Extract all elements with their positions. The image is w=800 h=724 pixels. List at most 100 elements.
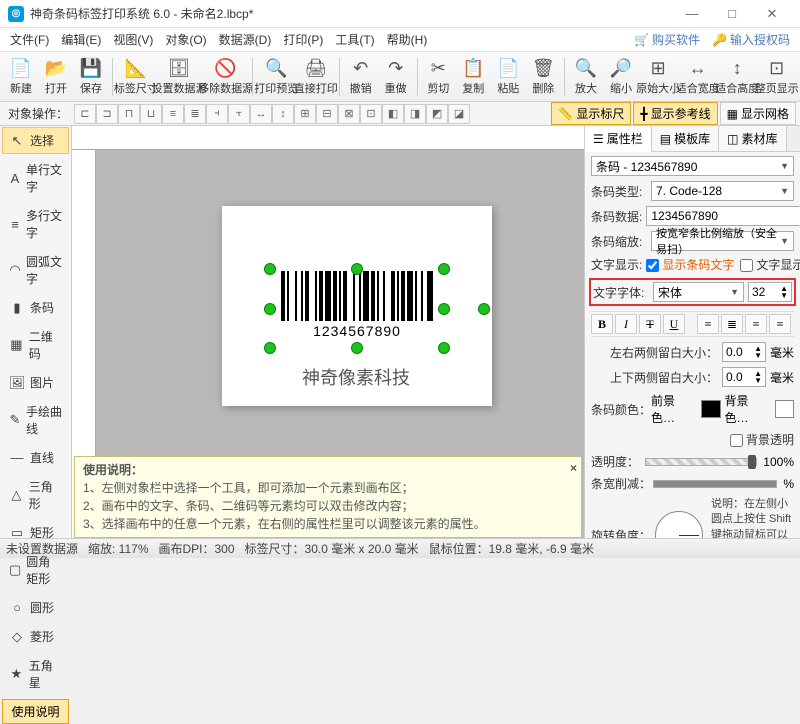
tool-矩形[interactable]: ▭矩形 (2, 519, 69, 546)
tab-properties[interactable]: ☰属性栏 (585, 126, 652, 152)
toolbar-保存[interactable]: 💾保存 (74, 54, 108, 100)
toggle-grid[interactable]: ▦显示网格 (720, 102, 796, 125)
toolbar-打印预览[interactable]: 🔍打印预览 (257, 54, 296, 100)
resize-handle[interactable] (351, 342, 363, 354)
menu-print[interactable]: 打印(P) (277, 29, 329, 50)
rotation-dial[interactable] (655, 511, 703, 538)
tool-圆形[interactable]: ○圆形 (2, 594, 69, 621)
tool-条码[interactable]: ▮条码 (2, 294, 69, 321)
menu-file[interactable]: 文件(F) (4, 29, 55, 50)
resize-handle[interactable] (438, 263, 450, 275)
align-btn[interactable]: ≣ (184, 104, 206, 124)
align-btn[interactable]: ⊔ (140, 104, 162, 124)
bold-button[interactable]: B (591, 314, 613, 334)
align-center-button[interactable]: ≣ (721, 314, 743, 334)
tool-菱形[interactable]: ◇菱形 (2, 623, 69, 650)
pad-tb-spinner[interactable]: 0.0▲▼ (722, 367, 766, 387)
resize-handle[interactable] (264, 263, 276, 275)
tool-直线[interactable]: —直线 (2, 444, 69, 471)
align-btn[interactable]: ◨ (404, 104, 426, 124)
menu-edit[interactable]: 编辑(E) (55, 29, 107, 50)
align-btn[interactable]: ⊓ (118, 104, 140, 124)
align-btn[interactable]: ◧ (382, 104, 404, 124)
close-button[interactable]: ✕ (752, 6, 792, 22)
toolbar-原始大小[interactable]: ⊞原始大小 (639, 54, 678, 100)
shear-slider[interactable] (653, 480, 777, 488)
toggle-ruler[interactable]: 📏显示标尺 (551, 102, 631, 125)
toolbar-移除数据源[interactable]: 🚫移除数据源 (203, 54, 249, 100)
align-left-button[interactable]: ≡ (697, 314, 719, 334)
toolbar-标签尺寸[interactable]: 📐标签尺寸 (117, 54, 156, 100)
toolbar-撤销[interactable]: ↶撤销 (344, 54, 378, 100)
toolbar-删除[interactable]: 🗑删除 (526, 54, 560, 100)
help-tab[interactable]: 使用说明 (2, 699, 69, 724)
resize-handle[interactable] (264, 342, 276, 354)
align-btn[interactable]: ⊡ (360, 104, 382, 124)
bg-transparent-checkbox[interactable]: 背景透明 (730, 431, 794, 448)
tool-五角星[interactable]: ★五角星 (2, 652, 69, 696)
align-btn[interactable]: ≡ (162, 104, 184, 124)
align-btn[interactable]: ⊟ (316, 104, 338, 124)
barcode-data-input[interactable] (646, 206, 800, 226)
rotate-handle[interactable] (478, 303, 490, 315)
scale-select[interactable]: 按宽窄条比例缩放（安全易扫）▼ (651, 231, 794, 251)
license-link[interactable]: 🔑输入授权码 (706, 29, 796, 50)
text-object[interactable]: 神奇像素科技 (302, 364, 410, 390)
bg-button[interactable]: 背景色… (725, 392, 771, 426)
strike-button[interactable]: T (639, 314, 661, 334)
toolbar-打开[interactable]: 📂打开 (39, 54, 73, 100)
tab-templates[interactable]: ▤模板库 (652, 126, 719, 151)
pad-lr-spinner[interactable]: 0.0▲▼ (722, 342, 766, 362)
tool-二维码[interactable]: ▦二维码 (2, 323, 69, 367)
toolbar-重做[interactable]: ↷重做 (379, 54, 413, 100)
toolbar-整页显示[interactable]: ⊡整页显示 (757, 54, 796, 100)
toolbar-复制[interactable]: 📋复制 (456, 54, 490, 100)
toolbar-设置数据源[interactable]: 🗄设置数据源 (156, 54, 202, 100)
text-top-checkbox[interactable]: 文字显示在顶部 (740, 256, 800, 273)
barcode-type-select[interactable]: 7. Code-128▼ (651, 181, 794, 201)
toolbar-剪切[interactable]: ✂剪切 (421, 54, 455, 100)
toolbar-新建[interactable]: 📄新建 (4, 54, 38, 100)
toolbar-缩小[interactable]: 🔎缩小 (604, 54, 638, 100)
object-selector[interactable]: 条码 - 1234567890▼ (591, 156, 794, 176)
bg-swatch[interactable] (775, 400, 794, 418)
maximize-button[interactable]: □ (712, 6, 752, 21)
menu-object[interactable]: 对象(O) (159, 29, 212, 50)
resize-handle[interactable] (438, 342, 450, 354)
align-btn[interactable]: ◩ (426, 104, 448, 124)
toggle-guides[interactable]: ╋显示参考线 (633, 102, 717, 125)
align-btn[interactable]: ◪ (448, 104, 470, 124)
show-text-checkbox[interactable]: 显示条码文字 (646, 256, 734, 273)
tab-assets[interactable]: ◫素材库 (719, 126, 786, 151)
tool-单行文字[interactable]: A单行文字 (2, 156, 69, 200)
minimize-button[interactable]: — (672, 6, 712, 21)
resize-handle[interactable] (264, 303, 276, 315)
tool-三角形[interactable]: △三角形 (2, 473, 69, 517)
toolbar-放大[interactable]: 🔍放大 (569, 54, 603, 100)
italic-button[interactable]: I (615, 314, 637, 334)
tool-多行文字[interactable]: ≡多行文字 (2, 202, 69, 246)
resize-handle[interactable] (438, 303, 450, 315)
resize-handle[interactable] (351, 263, 363, 275)
align-right-button[interactable]: ≡ (745, 314, 767, 334)
fg-button[interactable]: 前景色… (651, 392, 697, 426)
font-size-spinner[interactable]: 32▲▼ (748, 282, 792, 302)
font-select[interactable]: 宋体▼ (653, 282, 744, 302)
toolbar-粘贴[interactable]: 📄粘贴 (491, 54, 525, 100)
tool-圆弧文字[interactable]: ◠圆弧文字 (2, 248, 69, 292)
menu-tools[interactable]: 工具(T) (329, 29, 380, 50)
toolbar-适合高度[interactable]: ↕适合高度 (718, 54, 757, 100)
underline-button[interactable]: U (663, 314, 685, 334)
align-btn[interactable]: ↕ (272, 104, 294, 124)
align-btn[interactable]: ⊐ (96, 104, 118, 124)
help-close-button[interactable]: × (570, 459, 577, 477)
align-justify-button[interactable]: ≡ (769, 314, 791, 334)
menu-view[interactable]: 视图(V) (107, 29, 159, 50)
align-btn[interactable]: ↔ (250, 104, 272, 124)
tool-图片[interactable]: 🖼图片 (2, 369, 69, 396)
toolbar-适合宽度[interactable]: ↔适合宽度 (678, 54, 717, 100)
tool-圆角矩形[interactable]: ▢圆角矩形 (2, 548, 69, 592)
align-btn[interactable]: ⫞ (206, 104, 228, 124)
buy-link[interactable]: 🛒购买软件 (628, 29, 706, 50)
fg-swatch[interactable] (701, 400, 720, 418)
